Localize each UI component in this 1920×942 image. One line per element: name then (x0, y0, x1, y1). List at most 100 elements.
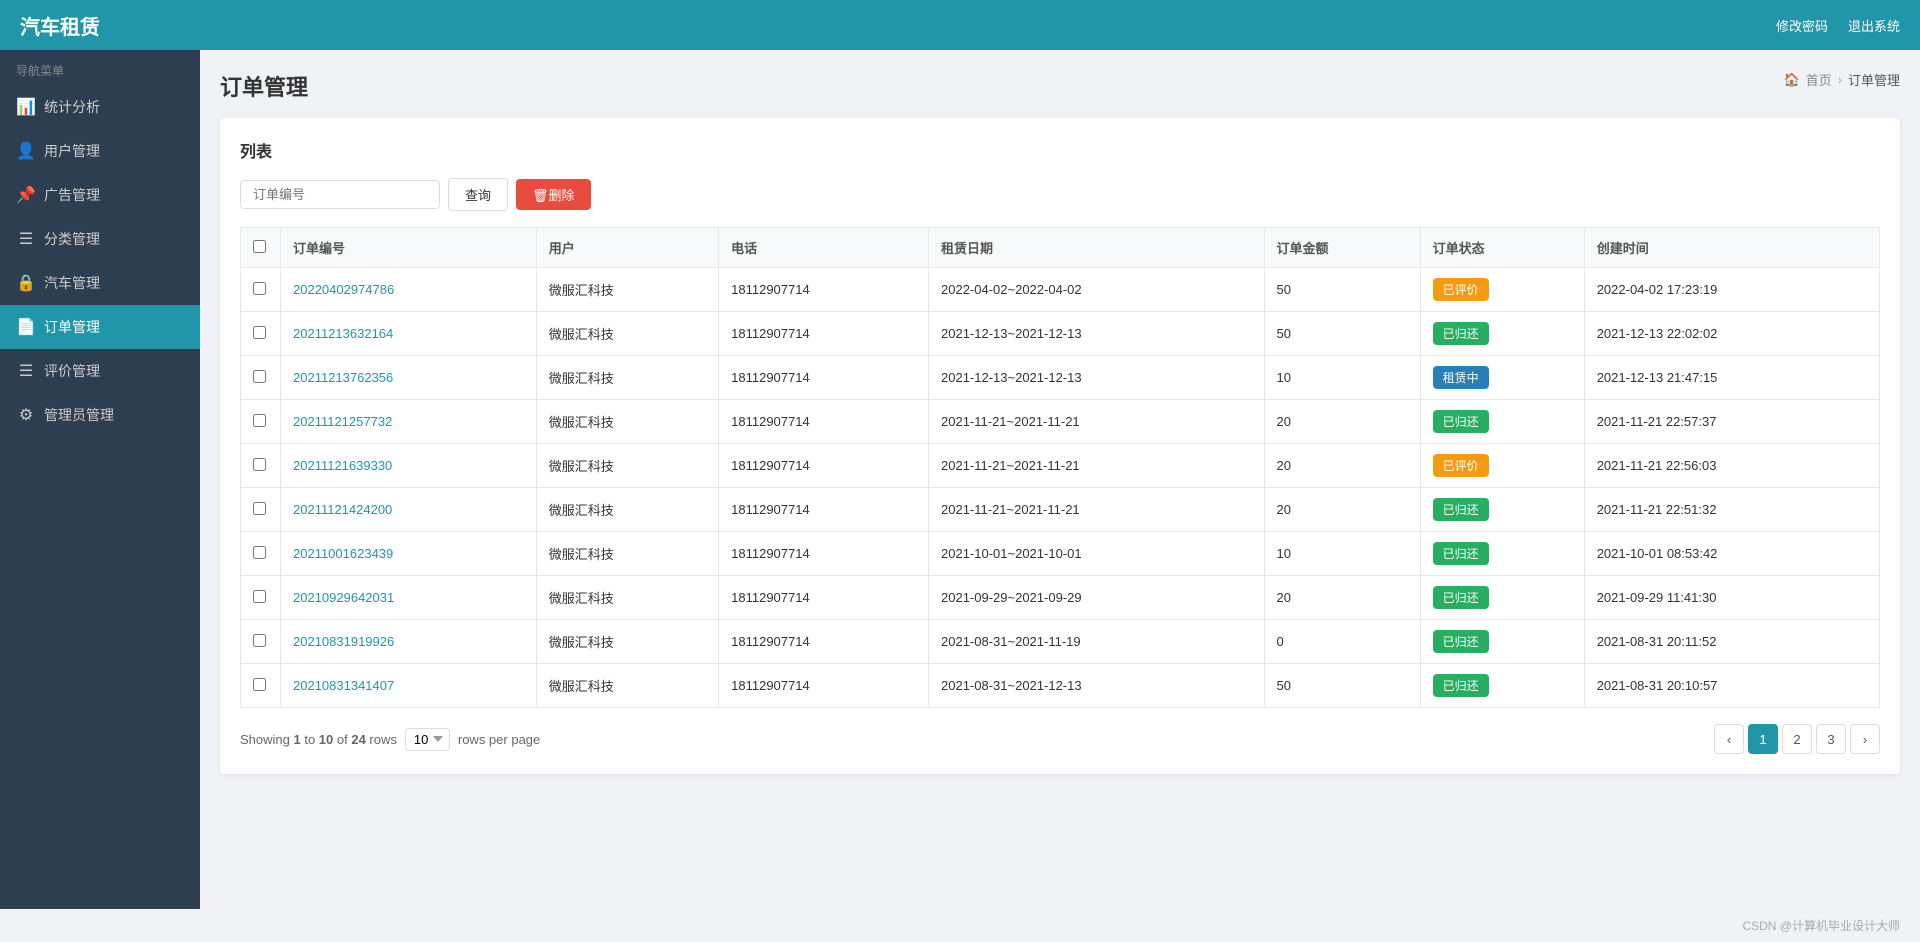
status-badge-0: 已评价 (1433, 278, 1489, 301)
rows-per-page-label: rows per page (458, 732, 540, 747)
row-order-id-3: 20211121257732 (281, 400, 537, 444)
row-date-0: 2022-04-02~2022-04-02 (929, 268, 1265, 312)
order-link-3[interactable]: 20211121257732 (293, 414, 392, 429)
th-order-id: 订单编号 (281, 228, 537, 268)
order-link-6[interactable]: 20211001623439 (293, 546, 393, 561)
row-date-7: 2021-09-29~2021-09-29 (929, 576, 1265, 620)
row-checkbox-5 (241, 488, 281, 532)
sidebar-label-cars: 汽车管理 (44, 273, 100, 293)
status-badge-7: 已归还 (1433, 586, 1489, 609)
next-page-btn[interactable]: › (1850, 724, 1880, 754)
row-select-9[interactable] (253, 678, 266, 691)
row-user-2: 微服汇科技 (536, 356, 718, 400)
th-user: 用户 (536, 228, 718, 268)
row-status-6: 已归还 (1420, 532, 1584, 576)
row-select-1[interactable] (253, 326, 266, 339)
prev-page-btn[interactable]: ‹ (1714, 724, 1744, 754)
row-order-id-7: 20210929642031 (281, 576, 537, 620)
cars-icon: 🔒 (16, 273, 36, 293)
row-amount-7: 20 (1264, 576, 1420, 620)
row-user-0: 微服汇科技 (536, 268, 718, 312)
row-select-5[interactable] (253, 502, 266, 515)
row-date-4: 2021-11-21~2021-11-21 (929, 444, 1265, 488)
status-badge-8: 已归还 (1433, 630, 1489, 653)
row-checkbox-9 (241, 664, 281, 708)
order-link-1[interactable]: 20211213632164 (293, 326, 393, 341)
row-phone-1: 18112907714 (719, 312, 929, 356)
row-amount-1: 50 (1264, 312, 1420, 356)
breadcrumb-home-link[interactable]: 首页 (1806, 70, 1832, 89)
row-user-8: 微服汇科技 (536, 620, 718, 664)
status-badge-4: 已评价 (1433, 454, 1489, 477)
search-input[interactable] (240, 180, 440, 209)
rows-per-page-select[interactable]: 10 20 50 (405, 728, 450, 751)
pagination-nav: ‹ 1 2 3 › (1714, 724, 1880, 754)
page-btn-2[interactable]: 2 (1782, 724, 1812, 754)
sidebar: 导航菜单 📊 统计分析 👤 用户管理 📌 广告管理 ☰ 分类管理 🔒 汽车管理 … (0, 50, 200, 909)
sidebar-label-stats: 统计分析 (44, 97, 100, 117)
change-password-btn[interactable]: 修改密码 (1776, 16, 1828, 35)
row-created-3: 2021-11-21 22:57:37 (1584, 400, 1879, 444)
sidebar-label-orders: 订单管理 (44, 317, 100, 337)
order-link-2[interactable]: 20211213762356 (293, 370, 393, 385)
row-date-8: 2021-08-31~2021-11-19 (929, 620, 1265, 664)
row-checkbox-4 (241, 444, 281, 488)
row-phone-4: 18112907714 (719, 444, 929, 488)
row-phone-2: 18112907714 (719, 356, 929, 400)
search-button[interactable]: 查询 (448, 178, 508, 211)
sidebar-item-stats[interactable]: 📊 统计分析 (0, 85, 200, 129)
breadcrumb-current: 订单管理 (1848, 70, 1900, 89)
sidebar-item-admins[interactable]: ⚙ 管理员管理 (0, 393, 200, 437)
th-amount: 订单金额 (1264, 228, 1420, 268)
order-link-0[interactable]: 20220402974786 (293, 282, 394, 297)
order-link-8[interactable]: 20210831919926 (293, 634, 394, 649)
table-row: 20211121639330 微服汇科技 18112907714 2021-11… (241, 444, 1880, 488)
sidebar-item-reviews[interactable]: ☰ 评价管理 (0, 349, 200, 393)
row-created-5: 2021-11-21 22:51:32 (1584, 488, 1879, 532)
nav-label: 导航菜单 (0, 50, 200, 85)
row-select-4[interactable] (253, 458, 266, 471)
logout-btn[interactable]: 退出系统 (1848, 16, 1900, 35)
order-link-5[interactable]: 20211121424200 (293, 502, 392, 517)
row-date-1: 2021-12-13~2021-12-13 (929, 312, 1265, 356)
page-btn-1[interactable]: 1 (1748, 724, 1778, 754)
row-select-2[interactable] (253, 370, 266, 383)
status-badge-5: 已归还 (1433, 498, 1489, 521)
row-user-4: 微服汇科技 (536, 444, 718, 488)
row-user-6: 微服汇科技 (536, 532, 718, 576)
app-logo: 汽车租赁 (20, 11, 100, 40)
row-select-6[interactable] (253, 546, 266, 559)
row-checkbox-0 (241, 268, 281, 312)
row-amount-8: 0 (1264, 620, 1420, 664)
sidebar-item-cars[interactable]: 🔒 汽车管理 (0, 261, 200, 305)
sidebar-item-users[interactable]: 👤 用户管理 (0, 129, 200, 173)
sidebar-item-ads[interactable]: 📌 广告管理 (0, 173, 200, 217)
row-checkbox-8 (241, 620, 281, 664)
row-status-7: 已归还 (1420, 576, 1584, 620)
row-select-3[interactable] (253, 414, 266, 427)
row-select-0[interactable] (253, 282, 266, 295)
order-link-9[interactable]: 20210831341407 (293, 678, 394, 693)
sidebar-item-orders[interactable]: 📄 订单管理 (0, 305, 200, 349)
sidebar-label-reviews: 评价管理 (44, 361, 100, 381)
order-link-7[interactable]: 20210929642031 (293, 590, 394, 605)
table-row: 20211121424200 微服汇科技 18112907714 2021-11… (241, 488, 1880, 532)
breadcrumb-sep: › (1838, 72, 1842, 87)
page-btn-3[interactable]: 3 (1816, 724, 1846, 754)
row-order-id-0: 20220402974786 (281, 268, 537, 312)
table-row: 20210929642031 微服汇科技 18112907714 2021-09… (241, 576, 1880, 620)
select-all-checkbox[interactable] (253, 240, 266, 253)
status-badge-9: 已归还 (1433, 674, 1489, 697)
th-checkbox (241, 228, 281, 268)
row-date-6: 2021-10-01~2021-10-01 (929, 532, 1265, 576)
page-title: 订单管理 (220, 70, 308, 102)
row-created-2: 2021-12-13 21:47:15 (1584, 356, 1879, 400)
order-link-4[interactable]: 20211121639330 (293, 458, 392, 473)
row-select-8[interactable] (253, 634, 266, 647)
table-row: 20211121257732 微服汇科技 18112907714 2021-11… (241, 400, 1880, 444)
row-phone-7: 18112907714 (719, 576, 929, 620)
row-select-7[interactable] (253, 590, 266, 603)
th-status: 订单状态 (1420, 228, 1584, 268)
sidebar-item-categories[interactable]: ☰ 分类管理 (0, 217, 200, 261)
batch-delete-button[interactable]: 🗑删除 (516, 179, 591, 210)
